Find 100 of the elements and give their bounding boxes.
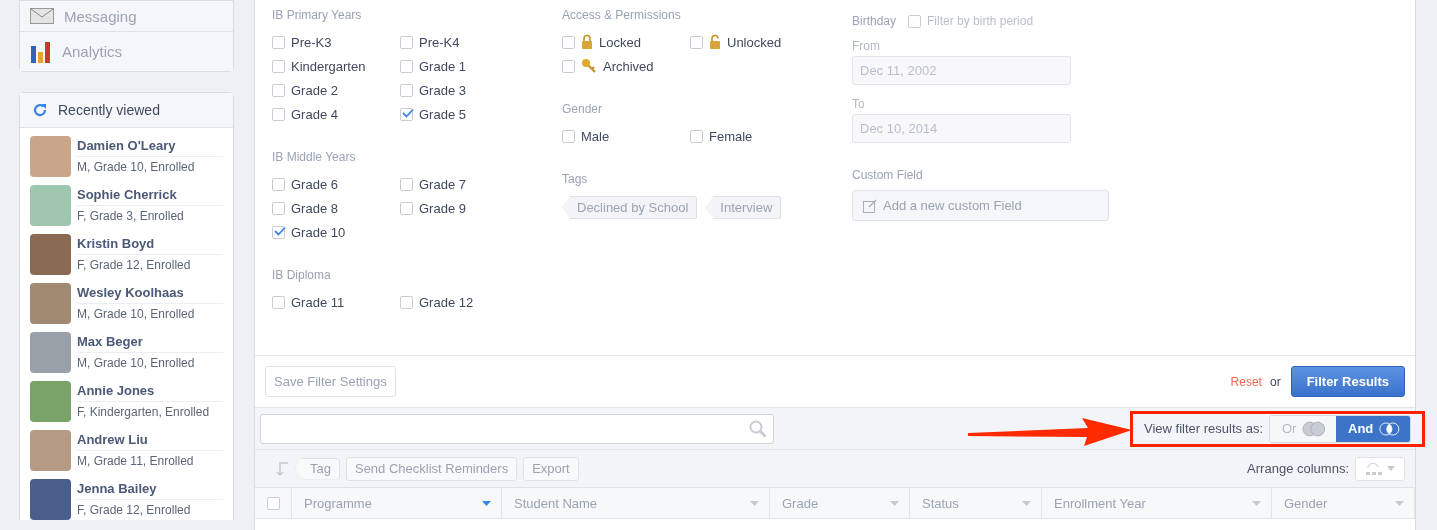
photo-placeholder xyxy=(30,381,71,422)
refresh-icon xyxy=(32,102,48,118)
field-label: From xyxy=(852,38,881,55)
column-header[interactable]: Gender xyxy=(1272,488,1415,518)
venn-icon xyxy=(1302,420,1326,437)
checkbox[interactable] xyxy=(272,177,285,191)
reset-link[interactable]: Reset xyxy=(1230,374,1262,389)
toolbar-button[interactable]: Export xyxy=(523,456,579,481)
tag-chip[interactable]: Interview xyxy=(705,196,782,219)
student-name[interactable]: Max Beger xyxy=(77,332,223,353)
checkbox[interactable] xyxy=(400,295,413,309)
edit-icon xyxy=(863,198,877,213)
view-mode-label: View filter results as: xyxy=(1144,421,1263,436)
student-name[interactable]: Jenna Bailey xyxy=(77,479,223,500)
student-name[interactable]: Damien O'Leary xyxy=(77,136,223,157)
section-title: IB Primary Years xyxy=(272,7,363,24)
checkbox[interactable] xyxy=(400,59,413,73)
option-label: Kindergarten xyxy=(291,58,366,74)
student-name[interactable]: Annie Jones xyxy=(77,381,223,402)
option-label: Locked xyxy=(599,34,641,50)
option-label: Grade 10 xyxy=(291,224,346,240)
arrange-columns-button[interactable] xyxy=(1355,456,1405,481)
toolbar-button[interactable]: Send Checklist Reminders xyxy=(345,456,518,481)
option-label: Grade 9 xyxy=(419,200,466,216)
student-details: F, Grade 12, Enrolled xyxy=(77,257,192,274)
filter-button[interactable]: Filter Results xyxy=(1290,366,1405,397)
checkbox[interactable] xyxy=(400,83,413,97)
student-details: F, Grade 12, Enrolled xyxy=(77,502,192,519)
checkbox[interactable] xyxy=(562,35,575,49)
photo-placeholder xyxy=(30,430,71,471)
caret-icon xyxy=(1387,466,1395,471)
checkbox[interactable] xyxy=(690,35,703,49)
option-label: Archived xyxy=(603,58,654,74)
tag-chip[interactable]: Declined by School xyxy=(562,196,698,219)
venn-icon xyxy=(1379,420,1400,437)
option-label: Grade 1 xyxy=(419,58,466,74)
column-header[interactable]: Status xyxy=(910,488,1042,518)
student-name[interactable]: Andrew Liu xyxy=(77,430,223,451)
student-name[interactable]: Sophie Cherrick xyxy=(77,185,223,206)
student-details: M, Grade 11, Enrolled xyxy=(77,453,195,470)
checkbox[interactable] xyxy=(272,35,285,49)
column-header[interactable]: Student Name xyxy=(502,488,770,518)
add-field-button[interactable]: Add a new custom Field xyxy=(852,190,1109,221)
student-details: M, Grade 10, Enrolled xyxy=(77,306,196,323)
padlock-icon xyxy=(581,34,593,50)
option-label: Grade 12 xyxy=(419,294,474,310)
checkbox[interactable] xyxy=(908,14,922,28)
tag-button[interactable]: Tag xyxy=(295,457,340,480)
key-icon xyxy=(581,58,597,74)
option-label: Grade 4 xyxy=(291,106,338,122)
nav-item[interactable]: Analytics xyxy=(20,31,233,71)
checkbox[interactable] xyxy=(272,225,285,239)
option-label: Filter by birth period xyxy=(927,14,1034,28)
student-name[interactable]: Kristin Boyd xyxy=(77,234,223,255)
checkbox[interactable] xyxy=(272,201,285,215)
bar-chart-icon xyxy=(30,40,52,63)
checkbox[interactable] xyxy=(272,295,285,309)
option-label: Pre-K4 xyxy=(419,34,460,50)
column-header[interactable]: Grade xyxy=(770,488,910,518)
section-title: Tags xyxy=(562,171,589,188)
photo-placeholder xyxy=(30,185,71,226)
section-title: Birthday xyxy=(852,13,897,30)
photo-placeholder xyxy=(30,283,71,324)
check-icon xyxy=(402,107,414,118)
checkbox[interactable] xyxy=(562,59,575,73)
option-label: Grade 7 xyxy=(419,176,466,192)
checkbox[interactable] xyxy=(400,177,413,191)
option-label: Grade 2 xyxy=(291,82,338,98)
checkbox[interactable] xyxy=(400,201,413,215)
checkbox[interactable] xyxy=(272,59,285,73)
checkbox[interactable] xyxy=(266,496,280,510)
photo-placeholder xyxy=(30,332,71,373)
or-text: or xyxy=(1269,374,1281,389)
option-label: Grade 3 xyxy=(419,82,466,98)
save-button[interactable]: Save Filter Settings xyxy=(265,366,396,397)
field-label: To xyxy=(852,96,866,113)
card-title: Recently viewed xyxy=(58,102,160,118)
checkbox[interactable] xyxy=(272,107,285,121)
option-label: Grade 8 xyxy=(291,200,338,216)
nav-item[interactable]: Messaging xyxy=(20,1,233,31)
checkbox[interactable] xyxy=(562,129,575,143)
checkbox[interactable] xyxy=(400,35,413,49)
photo-placeholder xyxy=(30,479,71,520)
option-label: Female xyxy=(709,128,753,144)
column-header[interactable]: Programme xyxy=(292,488,502,518)
option-label: Grade 5 xyxy=(419,106,466,122)
checkbox[interactable] xyxy=(690,129,703,143)
arrange-label: Arrange columns: xyxy=(1247,461,1349,476)
envelope-icon xyxy=(30,8,54,24)
corner-arrow-icon xyxy=(275,460,289,477)
search-field[interactable] xyxy=(260,413,774,444)
column-header[interactable]: Enrollment Year xyxy=(1042,488,1272,518)
view-mode-toggle[interactable]: And xyxy=(1336,415,1410,442)
checkbox[interactable] xyxy=(400,107,413,121)
checkbox[interactable] xyxy=(272,83,285,97)
section-title: Custom Field xyxy=(852,167,924,184)
option-label: Grade 11 xyxy=(291,294,345,310)
student-details: M, Grade 10, Enrolled xyxy=(77,355,196,372)
section-title: Access & Permissions xyxy=(562,7,682,24)
student-name[interactable]: Wesley Koolhaas xyxy=(77,283,223,304)
